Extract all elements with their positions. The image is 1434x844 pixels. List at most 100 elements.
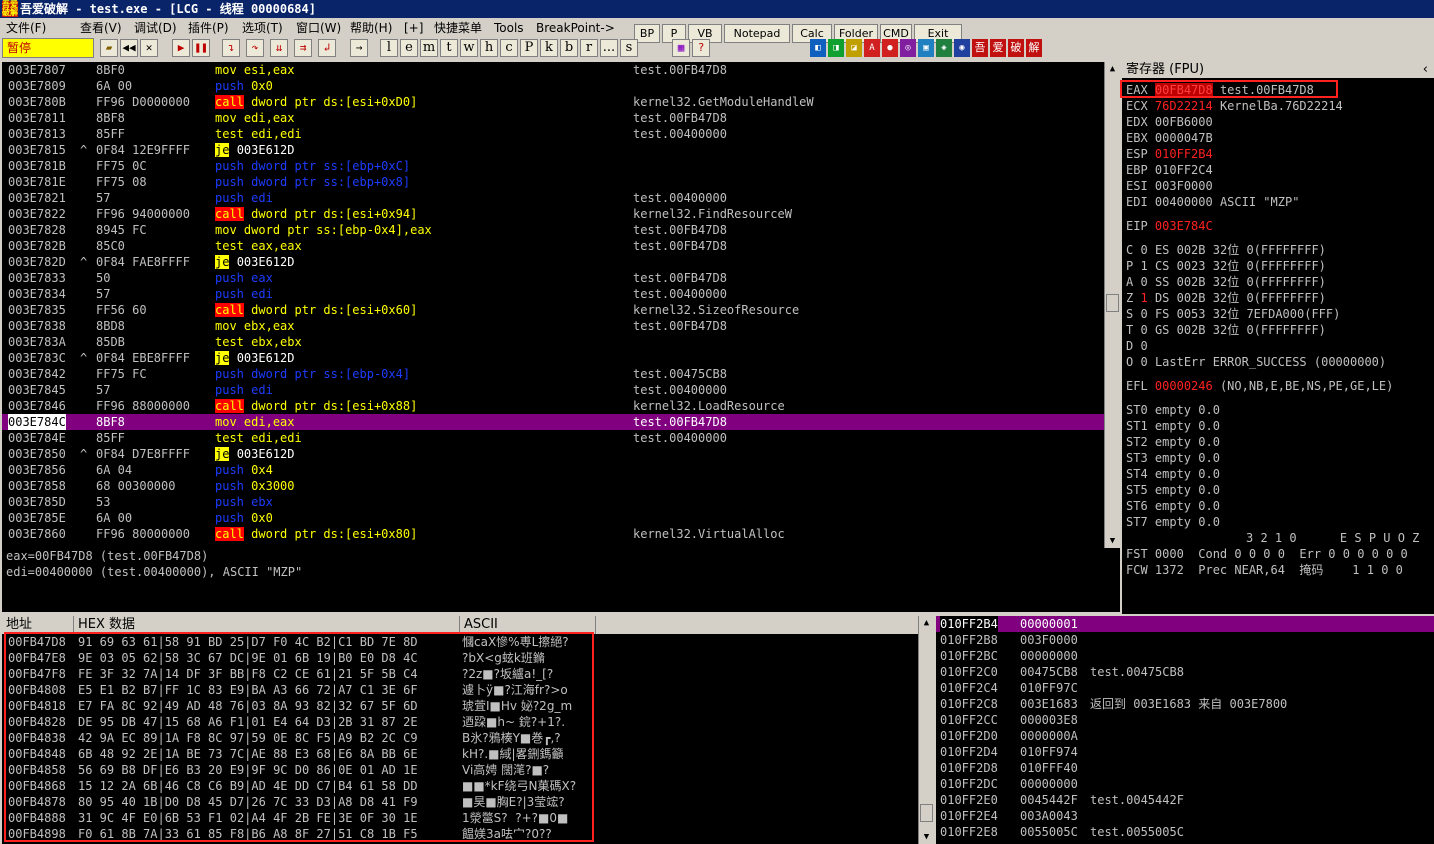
disasm-row[interactable]: 003E782D ^ 0F84 FAE8FFFF je 003E612D (2, 254, 1104, 270)
toolbar-letter-k[interactable]: k (540, 39, 558, 57)
stack-row[interactable]: 010FF2B8 003F0000 (936, 632, 1434, 648)
flag-s[interactable]: S 0 FS 0053 32位 7EFDA000(FFF) (1126, 306, 1348, 322)
flag-t[interactable]: T 0 GS 002B 32位 0(FFFFFFFF) (1126, 322, 1333, 338)
scroll-thumb[interactable] (1106, 294, 1119, 312)
plugin-icon-1[interactable]: ◧ (810, 39, 826, 57)
scroll-up-icon[interactable]: ▲ (1105, 62, 1120, 76)
stack-row[interactable]: 010FF2CC 000003E8 (936, 712, 1434, 728)
dump-scroll-thumb[interactable] (920, 804, 933, 822)
menu-help[interactable]: 帮助(H) (350, 18, 392, 38)
disasm-row[interactable]: 003E782B 85C0 test eax,eax test.00FB47D8 (2, 238, 1104, 254)
toolbar-letter-c[interactable]: c (500, 39, 518, 57)
fpu-st3[interactable]: ST3 empty 0.0 (1126, 450, 1227, 466)
fpu-status-word[interactable]: FST 0000 Cond 0 0 0 0 Err 0 0 0 0 0 0 (1126, 546, 1415, 562)
notepad-button[interactable]: Notepad (724, 24, 790, 43)
plugin-icon-6[interactable]: ◎ (900, 39, 916, 57)
brand-char-3[interactable]: 破 (1008, 39, 1024, 57)
fpu-st7[interactable]: ST7 empty 0.0 (1126, 514, 1227, 530)
menu-options[interactable]: 选项(T) (242, 18, 283, 38)
plugin-icon-9[interactable]: ◉ (954, 39, 970, 57)
registers-pane[interactable]: 寄存器 (FPU) ‹ EAX 00FB47D8 test.00FB47D8 EC… (1122, 62, 1434, 614)
flag-d[interactable]: D 0 (1126, 338, 1177, 354)
stack-pane[interactable]: 010FF2B4 00000001 010FF2B8 003F0000 010FF2BC… (936, 616, 1434, 844)
execute-till-return-icon[interactable]: ↲ (318, 39, 336, 57)
brand-char-4[interactable]: 解 (1026, 39, 1042, 57)
fpu-st0[interactable]: ST0 empty 0.0 (1126, 402, 1227, 418)
menu-view[interactable]: 查看(V) (80, 18, 122, 38)
disasm-row[interactable]: 003E783A 85DB test ebx,ebx (2, 334, 1104, 350)
disasm-row[interactable]: 003E781B FF75 0C push dword ptr ss:[ebp+0x… (2, 158, 1104, 174)
register-ebx[interactable]: EBX 0000047B (1126, 130, 1227, 146)
stack-row[interactable]: 010FF2B4 00000001 (936, 616, 1434, 632)
close-icon[interactable]: ✕ (140, 39, 158, 57)
toolbar-letter-r[interactable]: r (580, 39, 598, 57)
menu-breakpoint[interactable]: BreakPoint-> (536, 18, 615, 38)
disasm-row[interactable]: 003E7850 ^ 0F84 D7E8FFFF je 003E612D (2, 446, 1104, 462)
run-icon[interactable]: ▶ (172, 39, 190, 57)
register-efl[interactable]: EFL 00000246 (NO,NB,E,BE,NS,PE,GE,LE) (1126, 378, 1401, 394)
disasm-row[interactable]: 003E7809 6A 00 push 0x0 (2, 78, 1104, 94)
toolbar-letter-e[interactable]: e (400, 39, 418, 57)
toolbar-letter-h[interactable]: h (480, 39, 498, 57)
fpu-control-word[interactable]: FCW 1372 Prec NEAR,64 掩码 1 1 0 0 (1126, 562, 1410, 578)
collapse-icon[interactable]: ‹ (1423, 62, 1428, 78)
disasm-row[interactable]: 003E781E FF75 08 push dword ptr ss:[ebp+0x… (2, 174, 1104, 190)
fpu-st6[interactable]: ST6 empty 0.0 (1126, 498, 1227, 514)
disasm-row[interactable]: 003E7828 8945 FC mov dword ptr ss:[ebp-0x4… (2, 222, 1104, 238)
stack-row[interactable]: 010FF2E8 0055005C test.0055005C (936, 824, 1434, 840)
register-eip[interactable]: EIP 003E784C (1126, 218, 1220, 234)
register-ecx[interactable]: ECX 76D22214 KernelBa.76D22214 (1126, 98, 1350, 114)
grid-icon[interactable]: ▦ (672, 39, 690, 57)
goto-icon[interactable]: → (350, 39, 368, 57)
dump-scroll-down-icon[interactable]: ▼ (919, 830, 934, 844)
stack-row[interactable]: 010FF2D8 010FFF40 (936, 760, 1434, 776)
help-icon[interactable]: ? (692, 39, 710, 57)
disasm-row[interactable]: 003E785D 53 push ebx (2, 494, 1104, 510)
fpu-st2[interactable]: ST2 empty 0.0 (1126, 434, 1227, 450)
register-ebp[interactable]: EBP 010FF2C4 (1126, 162, 1227, 178)
disasm-row[interactable]: 003E7858 68 00300000 push 0x3000 (2, 478, 1104, 494)
disasm-row[interactable]: 003E784C 8BF8 mov edi,eax test.00FB47D8 (2, 414, 1104, 430)
stack-row[interactable]: 010FF2BC 00000000 (936, 648, 1434, 664)
disasm-row[interactable]: 003E7821 57 push edi test.00400000 (2, 190, 1104, 206)
brand-char-2[interactable]: 爱 (990, 39, 1006, 57)
stack-row[interactable]: 010FF2D4 010FF974 (936, 744, 1434, 760)
menu-window[interactable]: 窗口(W) (296, 18, 341, 38)
toolbar-letter-t[interactable]: t (440, 39, 458, 57)
menu-plugins[interactable]: 插件(P) (188, 18, 229, 38)
scroll-down-icon[interactable]: ▼ (1105, 534, 1120, 548)
registers-header[interactable]: 寄存器 (FPU) ‹ (1122, 62, 1434, 78)
disasm-row[interactable]: 003E7811 8BF8 mov edi,eax test.00FB47D8 (2, 110, 1104, 126)
dump-scroll-up-icon[interactable]: ▲ (919, 616, 934, 630)
disasm-row[interactable]: 003E783C ^ 0F84 EBE8FFFF je 003E612D (2, 350, 1104, 366)
disasm-row[interactable]: 003E784E 85FF test edi,edi test.00400000 (2, 430, 1104, 446)
menu-file[interactable]: 文件(F) (6, 18, 46, 38)
disasm-row[interactable]: 003E785E 6A 00 push 0x0 (2, 510, 1104, 526)
register-esi[interactable]: ESI 003F0000 (1126, 178, 1227, 194)
trace-into-icon[interactable]: ⇊ (270, 39, 288, 57)
register-edi[interactable]: EDI 00400000 ASCII "MZP" (1126, 194, 1307, 210)
disasm-row[interactable]: 003E7838 8BD8 mov ebx,eax test.00FB47D8 (2, 318, 1104, 334)
open-icon[interactable]: ▰ (100, 39, 118, 57)
plugin-icon-5[interactable]: ● (882, 39, 898, 57)
plugin-icon-4[interactable]: A (864, 39, 880, 57)
register-esp[interactable]: ESP 010FF2B4 (1126, 146, 1227, 162)
fpu-st1[interactable]: ST1 empty 0.0 (1126, 418, 1227, 434)
menu-debug[interactable]: 调试(D) (134, 18, 177, 38)
trace-over-icon[interactable]: ⇉ (294, 39, 312, 57)
fpu-st4[interactable]: ST4 empty 0.0 (1126, 466, 1227, 482)
menu-tools[interactable]: Tools (494, 18, 524, 38)
plugin-icon-8[interactable]: ◈ (936, 39, 952, 57)
stack-row[interactable]: 010FF2C8 003E1683 返回到 003E1683 来自 003E7800 (936, 696, 1434, 712)
brand-char-1[interactable]: 吾 (972, 39, 988, 57)
stack-row[interactable]: 010FF2DC 00000000 (936, 776, 1434, 792)
flag-p[interactable]: P 1 CS 0023 32位 0(FFFFFFFF) (1126, 258, 1333, 274)
flag-o[interactable]: O 0 LastErr ERROR_SUCCESS (00000000) (1126, 354, 1408, 370)
plugin-icon-7[interactable]: ▣ (918, 39, 934, 57)
disasm-row[interactable]: 003E7856 6A 04 push 0x4 (2, 462, 1104, 478)
flag-z[interactable]: Z 1 DS 002B 32位 0(FFFFFFFF) (1126, 290, 1333, 306)
disassembly-scrollbar[interactable]: ▲ ▼ (1104, 62, 1120, 548)
disasm-row[interactable]: 003E7834 57 push edi test.00400000 (2, 286, 1104, 302)
step-into-icon[interactable]: ↴ (222, 39, 240, 57)
disasm-row[interactable]: 003E7807 8BF0 mov esi,eax test.00FB47D8 (2, 62, 1104, 78)
